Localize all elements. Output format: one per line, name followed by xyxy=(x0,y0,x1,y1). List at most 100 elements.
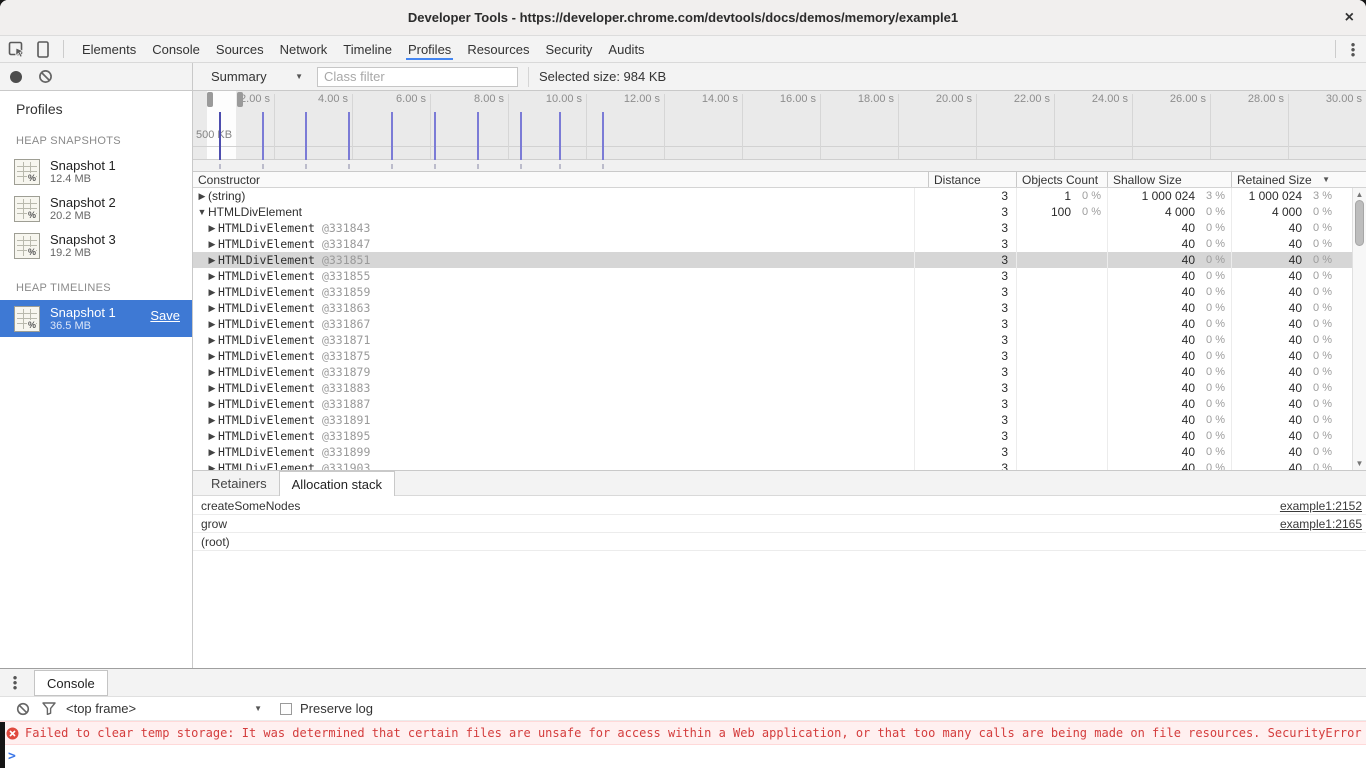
execution-context-select[interactable]: <top frame> ▼ xyxy=(66,701,262,716)
tab-timeline[interactable]: Timeline xyxy=(335,36,400,62)
class-filter-input[interactable] xyxy=(317,67,518,87)
console-prompt[interactable]: > xyxy=(0,745,1366,767)
heap-grid-row[interactable]: ▶HTMLDivElement@3318753400 %400 % xyxy=(193,348,1352,364)
tab-audits[interactable]: Audits xyxy=(600,36,652,62)
tab-resources[interactable]: Resources xyxy=(459,36,537,62)
heap-grid-row[interactable]: ▶HTMLDivElement@3318513400 %400 % xyxy=(193,252,1352,268)
perspective-select[interactable]: Summary ▼ xyxy=(211,69,303,84)
heap-grid-row[interactable]: ▼HTMLDivElement31000 %4 0000 %4 0000 % xyxy=(193,204,1352,220)
source-link[interactable]: example1:2152 xyxy=(1280,499,1362,513)
tab-retainers[interactable]: Retainers xyxy=(199,471,279,495)
tab-elements[interactable]: Elements xyxy=(74,36,144,62)
grid-scrollbar[interactable]: ▲ ▼ xyxy=(1352,188,1366,470)
collapsed-icon[interactable]: ▶ xyxy=(207,431,217,442)
column-header-shallow-size[interactable]: Shallow Size xyxy=(1107,172,1231,187)
collapsed-icon[interactable]: ▶ xyxy=(197,191,207,202)
heap-timeline-overview[interactable]: 500 KB 2.00 s4.00 s6.00 s8.00 s10.00 s12… xyxy=(193,91,1366,172)
collapsed-icon[interactable]: ▶ xyxy=(207,383,217,394)
heap-grid-row[interactable]: ▶(string)310 %1 000 0243 %1 000 0243 % xyxy=(193,188,1352,204)
stack-frame-row[interactable]: growexample1:2165 xyxy=(193,515,1366,533)
heap-grid-row[interactable]: ▶HTMLDivElement@3318953400 %400 % xyxy=(193,428,1352,444)
sidebar-item-snapshot-3[interactable]: %Snapshot 319.2 MB xyxy=(0,227,192,264)
expanded-icon[interactable]: ▼ xyxy=(197,207,207,217)
filter-icon[interactable] xyxy=(36,702,62,715)
distance-cell: 3 xyxy=(914,300,1016,316)
collapsed-icon[interactable]: ▶ xyxy=(207,367,217,378)
timeline-tick-label: 20.00 s xyxy=(920,93,972,105)
sidebar-item-snapshot-1[interactable]: %Snapshot 112.4 MB xyxy=(0,153,192,190)
stack-frame-row[interactable]: createSomeNodesexample1:2152 xyxy=(193,497,1366,515)
device-toolbar-icon[interactable] xyxy=(37,41,49,58)
object-id: @331883 xyxy=(322,381,370,395)
sidebar-item-snapshot-1[interactable]: %Snapshot 136.5 MBSave xyxy=(0,300,192,337)
record-heap-icon[interactable] xyxy=(10,71,22,83)
collapsed-icon[interactable]: ▶ xyxy=(207,287,217,298)
distance-cell: 3 xyxy=(914,252,1016,268)
tab-profiles[interactable]: Profiles xyxy=(400,36,459,62)
object-id: @331899 xyxy=(322,445,370,459)
column-header-distance[interactable]: Distance xyxy=(928,172,1016,187)
column-header-objects-count[interactable]: Objects Count xyxy=(1016,172,1107,187)
collapsed-icon[interactable]: ▶ xyxy=(207,463,217,471)
heap-grid-row[interactable]: ▶HTMLDivElement@3318433400 %400 % xyxy=(193,220,1352,236)
heap-grid-row[interactable]: ▶HTMLDivElement@3318833400 %400 % xyxy=(193,380,1352,396)
column-header-retained-size[interactable]: Retained Size▼ xyxy=(1231,172,1352,187)
selected-size-label: Selected size: 984 KB xyxy=(528,67,666,87)
collapsed-icon[interactable]: ▶ xyxy=(207,447,217,458)
preserve-log-checkbox[interactable] xyxy=(280,703,292,715)
heap-grid-row[interactable]: ▶HTMLDivElement@3318793400 %400 % xyxy=(193,364,1352,380)
tab-security[interactable]: Security xyxy=(537,36,600,62)
collapsed-icon[interactable]: ▶ xyxy=(207,319,217,330)
collapsed-icon[interactable]: ▶ xyxy=(207,351,217,362)
desktop-edge xyxy=(0,722,5,768)
scroll-down-icon[interactable]: ▼ xyxy=(1353,459,1366,468)
objects-count-cell xyxy=(1016,300,1107,316)
collapsed-icon[interactable]: ▶ xyxy=(207,223,217,234)
heap-grid-row[interactable]: ▶HTMLDivElement@3318713400 %400 % xyxy=(193,332,1352,348)
collapsed-icon[interactable]: ▶ xyxy=(207,399,217,410)
timeline-tick xyxy=(1288,94,1289,159)
tab-network[interactable]: Network xyxy=(272,36,336,62)
collapsed-icon[interactable]: ▶ xyxy=(207,271,217,282)
shallow-size-cell: 400 % xyxy=(1107,268,1231,284)
close-icon[interactable]: × xyxy=(1345,8,1354,28)
collapsed-icon[interactable]: ▶ xyxy=(207,239,217,250)
scrollbar-thumb[interactable] xyxy=(1355,200,1364,246)
column-header-constructor[interactable]: Constructor xyxy=(193,172,928,187)
tab-console[interactable]: Console xyxy=(34,670,108,696)
heap-grid-row[interactable]: ▶HTMLDivElement@3319033400 %400 % xyxy=(193,460,1352,470)
collapsed-icon[interactable]: ▶ xyxy=(207,255,217,266)
heap-grid-row[interactable]: ▶HTMLDivElement@3318873400 %400 % xyxy=(193,396,1352,412)
collapsed-icon[interactable]: ▶ xyxy=(207,415,217,426)
distance-cell: 3 xyxy=(914,348,1016,364)
scroll-up-icon[interactable]: ▲ xyxy=(1353,190,1366,199)
selection-left-handle[interactable] xyxy=(207,92,213,107)
console-filter-row: <top frame> ▼ Preserve log xyxy=(0,697,1366,721)
heap-grid-row[interactable]: ▶HTMLDivElement@3318553400 %400 % xyxy=(193,268,1352,284)
drawer-menu-icon[interactable]: ••• xyxy=(0,669,30,696)
tab-allocation-stack[interactable]: Allocation stack xyxy=(279,471,395,496)
selection-right-handle[interactable] xyxy=(237,92,243,107)
heap-grid-row[interactable]: ▶HTMLDivElement@3318633400 %400 % xyxy=(193,300,1352,316)
tab-console[interactable]: Console xyxy=(144,36,208,62)
shallow-size-cell: 400 % xyxy=(1107,380,1231,396)
heap-grid-row[interactable]: ▶HTMLDivElement@3318673400 %400 % xyxy=(193,316,1352,332)
heap-grid-row[interactable]: ▶HTMLDivElement@3318913400 %400 % xyxy=(193,412,1352,428)
heap-grid-row[interactable]: ▶HTMLDivElement@3318473400 %400 % xyxy=(193,236,1352,252)
stack-frame-row[interactable]: (root) xyxy=(193,533,1366,551)
sidebar-item-snapshot-2[interactable]: %Snapshot 220.2 MB xyxy=(0,190,192,227)
retained-size-cell: 400 % xyxy=(1231,348,1338,364)
tab-sources[interactable]: Sources xyxy=(208,36,272,62)
collapsed-icon[interactable]: ▶ xyxy=(207,335,217,346)
source-link[interactable]: example1:2165 xyxy=(1280,517,1362,531)
constructor-cell: ▶HTMLDivElement@331871 xyxy=(193,332,914,348)
heap-grid-row[interactable]: ▶HTMLDivElement@3318993400 %400 % xyxy=(193,444,1352,460)
clear-console-icon[interactable] xyxy=(10,702,36,716)
more-options-icon[interactable]: ••• xyxy=(1346,42,1360,57)
inspect-element-icon[interactable] xyxy=(8,41,25,58)
save-link[interactable]: Save xyxy=(150,308,180,323)
object-name: HTMLDivElement xyxy=(218,317,315,331)
heap-grid-row[interactable]: ▶HTMLDivElement@3318593400 %400 % xyxy=(193,284,1352,300)
clear-icon[interactable] xyxy=(38,69,53,84)
collapsed-icon[interactable]: ▶ xyxy=(207,303,217,314)
